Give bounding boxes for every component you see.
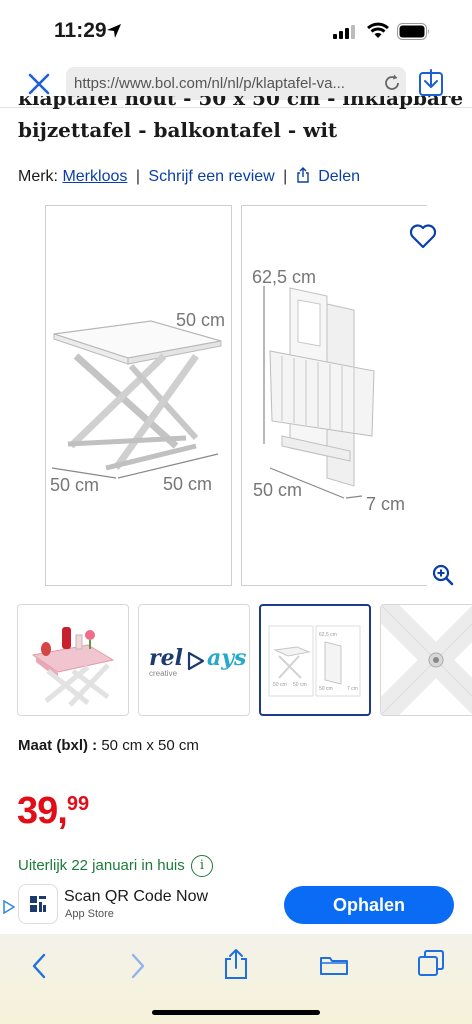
thumb-relaxdays-logo[interactable]: rel ays creative — [138, 604, 250, 716]
dim-folded-width-label: 50 cm — [253, 480, 302, 500]
dim-folded-height-label: 62,5 cm — [252, 267, 316, 287]
battery-icon — [397, 23, 429, 40]
delivery-info: Uiterlijk 22 januari in huis i — [18, 855, 213, 877]
dim-folded-depth-label: 7 cm — [366, 494, 405, 514]
wifi-icon — [367, 22, 389, 38]
product-title-line2: bijzettafel - balkontafel - wit — [18, 118, 338, 142]
logo-text-rel: rel — [149, 645, 183, 671]
location-arrow-icon — [107, 24, 121, 38]
play-icon — [187, 651, 205, 671]
size-value: 50 cm x 50 cm — [101, 737, 199, 754]
share-icon[interactable] — [223, 948, 249, 980]
size-row: Maat (bxl) : 50 cm x 50 cm — [18, 737, 199, 754]
close-icon[interactable] — [27, 72, 51, 96]
svg-text:50 cm: 50 cm — [293, 682, 307, 688]
download-icon[interactable] — [418, 69, 444, 97]
svg-text:50 cm: 50 cm — [319, 686, 333, 692]
thumb-table-with-drinks[interactable] — [17, 604, 129, 716]
dim-height-label: 50 cm — [176, 310, 225, 330]
write-review-link[interactable]: Schrijf een review — [148, 168, 274, 185]
status-time: 11:29 — [54, 19, 107, 42]
image-panel-front: 50 cm 50 cm 50 cm — [45, 205, 235, 586]
svg-text:50 cm: 50 cm — [273, 682, 287, 688]
thumb-hinge-detail[interactable] — [380, 604, 472, 716]
zoom-in-icon[interactable] — [432, 564, 454, 586]
ophalen-button[interactable]: Ophalen — [284, 886, 454, 924]
share-icon[interactable] — [296, 167, 310, 183]
svg-text:7 cm: 7 cm — [347, 686, 358, 692]
dim-depth-label: 50 cm — [163, 474, 212, 494]
table-folded-illustration: 62,5 cm 50 cm 7 cm — [252, 267, 405, 514]
image-panel-folded: 62,5 cm 50 cm 7 cm — [241, 205, 427, 586]
share-link[interactable]: Delen — [318, 168, 360, 185]
product-main-image[interactable]: 50 cm 50 cm 50 cm 62,5 cm 50 cm 7 cm — [45, 205, 427, 588]
reload-icon[interactable] — [382, 73, 402, 93]
bookmarks-folder-icon[interactable] — [319, 954, 349, 976]
brand-row: Merk: Merkloos | Schrijf een review | De… — [18, 167, 360, 186]
size-label: Maat (bxl) : — [18, 737, 98, 754]
table-front-illustration: 50 cm 50 cm 50 cm — [50, 310, 235, 495]
status-bar: 11:29 — [0, 0, 472, 60]
brand-label: Merk: — [18, 168, 58, 185]
ad-title: Scan QR Code Now — [64, 888, 209, 905]
price-main: 39, — [17, 790, 68, 832]
logo-subtext: creative — [149, 669, 178, 678]
cellular-signal-icon — [333, 25, 355, 39]
price: 39,99 — [17, 790, 89, 833]
favorite-heart-icon[interactable] — [409, 223, 437, 249]
product-title-line1: klaptafel hout - 50 x 50 cm - inklapbare — [18, 96, 464, 110]
logo-text-ays: ays — [207, 645, 247, 671]
svg-text:62,5 cm: 62,5 cm — [319, 632, 337, 638]
ad-choices-icon[interactable] — [3, 900, 15, 914]
back-icon[interactable] — [30, 952, 48, 980]
delivery-text: Uiterlijk 22 januari in huis — [18, 856, 185, 874]
brand-link[interactable]: Merkloos — [62, 168, 127, 185]
ad-banner: Scan QR Code Now App Store Ophalen — [0, 878, 472, 934]
ad-subtitle: App Store — [65, 908, 114, 920]
separator: | — [283, 168, 288, 185]
thumbnail-strip: rel ays creative 50 cm 50 cm 62,5 cm 50 … — [17, 604, 472, 716]
forward-icon[interactable] — [129, 952, 147, 980]
qr-app-icon — [18, 884, 58, 924]
tabs-icon[interactable] — [417, 949, 445, 977]
separator: | — [135, 168, 140, 185]
home-indicator — [152, 1010, 320, 1015]
thumb-dimensions[interactable]: 50 cm 50 cm 62,5 cm 50 cm 7 cm — [259, 604, 371, 716]
dim-width-label: 50 cm — [50, 475, 99, 495]
price-cents: 99 — [66, 793, 90, 815]
info-icon[interactable]: i — [190, 855, 213, 877]
